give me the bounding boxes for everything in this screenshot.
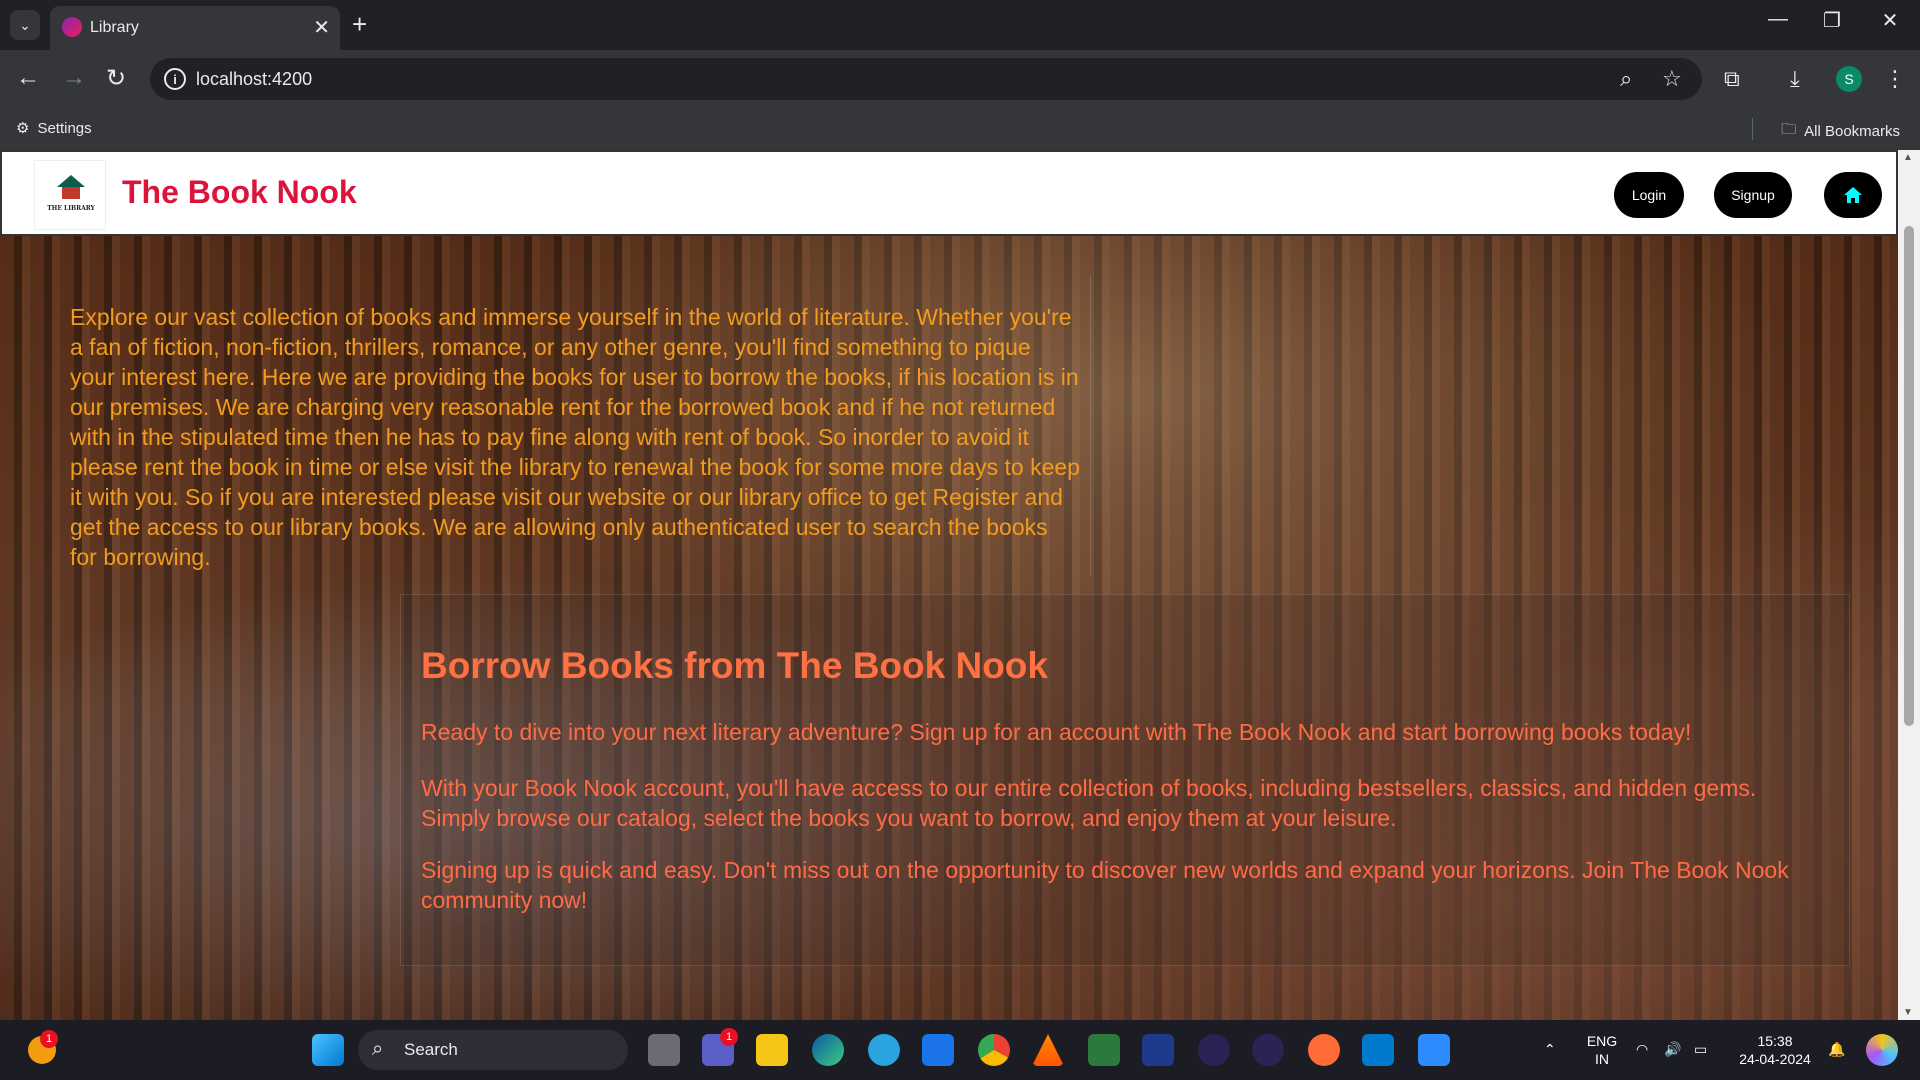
borrow-card-paragraph-1: Ready to dive into your next literary ad… [421, 719, 1692, 745]
chrome-icon[interactable] [978, 1034, 1010, 1066]
eclipse-icon[interactable] [1198, 1034, 1230, 1066]
clock-date: 24-04-2024 [1739, 1051, 1811, 1067]
hero-background-image: Explore our vast collection of books and… [0, 236, 1898, 1020]
borrow-card: Borrow Books from The Book Nook Ready to… [400, 594, 1850, 966]
language-code: ENG [1586, 1033, 1618, 1049]
login-button[interactable]: Login [1614, 172, 1684, 218]
tab-strip: ⌄ Library ✕ + — ❐ ✕ [0, 0, 1920, 50]
scroll-down-arrow-icon[interactable]: ▼ [1903, 1007, 1913, 1018]
wifi-icon[interactable]: ◠ [1636, 1040, 1648, 1058]
url-text[interactable]: localhost:4200 [196, 69, 312, 90]
start-windows-icon[interactable] [312, 1034, 344, 1066]
edge-icon[interactable] [812, 1034, 844, 1066]
restore-icon[interactable]: ❐ [1812, 8, 1852, 33]
tab-close-icon[interactable]: ✕ [313, 15, 330, 40]
folder-icon: 🗀 [1781, 121, 1797, 138]
all-bookmarks-label: All Bookmarks [1804, 123, 1900, 140]
task-view-icon[interactable] [648, 1034, 680, 1066]
mail-icon[interactable] [922, 1034, 954, 1066]
new-tab-button[interactable]: + [352, 9, 367, 40]
all-bookmarks[interactable]: 🗀 All Bookmarks [1781, 119, 1900, 144]
decorative-divider [1090, 276, 1091, 576]
eclipse-secondary-icon[interactable] [1252, 1034, 1284, 1066]
browser-toolbar: ← → ↻ i localhost:4200 ⌕ ☆ ⧉ ⤓ S ⋮ [0, 50, 1920, 108]
telegram-icon[interactable] [868, 1034, 900, 1066]
borrow-card-paragraph-2: With your Book Nook account, you'll have… [421, 775, 1757, 831]
menu-icon[interactable]: ⋮ [1884, 66, 1906, 92]
vscode-icon[interactable] [1362, 1034, 1394, 1066]
widgets-badge: 1 [40, 1030, 58, 1048]
site-header: THE LIBRARY The Book Nook Login Signup [0, 150, 1898, 236]
back-icon[interactable]: ← [16, 64, 40, 92]
extensions-icon[interactable]: ⧉ [1724, 66, 1740, 92]
download-icon[interactable]: ⤓ [1790, 66, 1800, 92]
borrow-card-title: Borrow Books from The Book Nook [421, 645, 1048, 686]
address-bar[interactable]: i localhost:4200 ⌕ ☆ [150, 58, 1702, 100]
copilot-icon[interactable] [1866, 1034, 1898, 1066]
bookmark-settings[interactable]: ⚙ Settings [16, 119, 92, 138]
borrow-card-paragraph-3: Signing up is quick and easy. Don't miss… [421, 857, 1789, 913]
clock-time: 15:38 [1757, 1033, 1793, 1049]
home-icon [1844, 187, 1862, 203]
clock[interactable]: 15:38 24-04-2024 [1730, 1032, 1820, 1068]
bookmark-settings-label: Settings [37, 119, 92, 137]
volume-icon[interactable]: 🔊 [1664, 1040, 1681, 1058]
signup-button[interactable]: Signup [1714, 172, 1792, 218]
home-button[interactable] [1824, 172, 1882, 218]
logo-roof-icon [57, 175, 85, 187]
logo-text: THE LIBRARY [47, 205, 95, 212]
tab-search-button[interactable]: ⌄ [10, 10, 40, 40]
browser-tab[interactable]: Library ✕ [50, 6, 340, 50]
intro-paragraph: Explore our vast collection of books and… [70, 304, 1080, 570]
site-info-icon[interactable]: i [164, 68, 186, 90]
app-installer-icon[interactable] [1088, 1034, 1120, 1066]
ide-icon[interactable] [1142, 1034, 1174, 1066]
search-icon: ⌕ [372, 1038, 384, 1060]
scroll-thumb[interactable] [1904, 226, 1914, 726]
bookmarks-bar: ⚙ Settings 🗀 All Bookmarks [0, 108, 1920, 150]
close-window-icon[interactable]: ✕ [1870, 8, 1910, 33]
teams-badge: 1 [720, 1028, 738, 1046]
page-scrollbar[interactable]: ▲ ▼ [1898, 150, 1920, 1020]
site-title: The Book Nook [122, 174, 357, 210]
site-logo[interactable]: THE LIBRARY [34, 160, 106, 230]
bookmarks-divider [1752, 118, 1753, 140]
windows-taskbar: 1 ⌕ Search 1 ⌃ ENG IN ◠ 🔊 ▭ 15:38 24-04-… [0, 1020, 1920, 1080]
forward-icon[interactable]: → [62, 64, 86, 92]
tray-chevron-icon[interactable]: ⌃ [1544, 1040, 1556, 1058]
notepad-icon[interactable] [1418, 1034, 1450, 1066]
minimize-icon[interactable]: — [1758, 8, 1798, 31]
reload-icon[interactable]: ↻ [106, 64, 126, 93]
scroll-up-arrow-icon[interactable]: ▲ [1903, 152, 1913, 163]
battery-icon[interactable]: ▭ [1694, 1040, 1707, 1058]
taskbar-search[interactable]: ⌕ Search [358, 1030, 628, 1070]
logo-house-icon [62, 187, 80, 199]
page-viewport: THE LIBRARY The Book Nook Login Signup E… [0, 150, 1920, 1020]
tab-favicon-icon [62, 17, 82, 37]
file-explorer-icon[interactable] [756, 1034, 788, 1066]
vlc-icon[interactable] [1032, 1034, 1064, 1066]
postman-icon[interactable] [1308, 1034, 1340, 1066]
notification-bell-icon[interactable]: 🔔 [1828, 1040, 1845, 1058]
bookmark-star-icon[interactable]: ☆ [1662, 66, 1682, 92]
zoom-icon[interactable]: ⌕ [1620, 66, 1632, 92]
taskbar-search-label: Search [404, 1040, 458, 1059]
profile-avatar[interactable]: S [1836, 66, 1862, 92]
language-indicator[interactable]: ENG IN [1582, 1032, 1622, 1068]
language-region: IN [1595, 1051, 1609, 1067]
tab-title: Library [90, 19, 139, 36]
gear-icon: ⚙ [16, 120, 30, 137]
